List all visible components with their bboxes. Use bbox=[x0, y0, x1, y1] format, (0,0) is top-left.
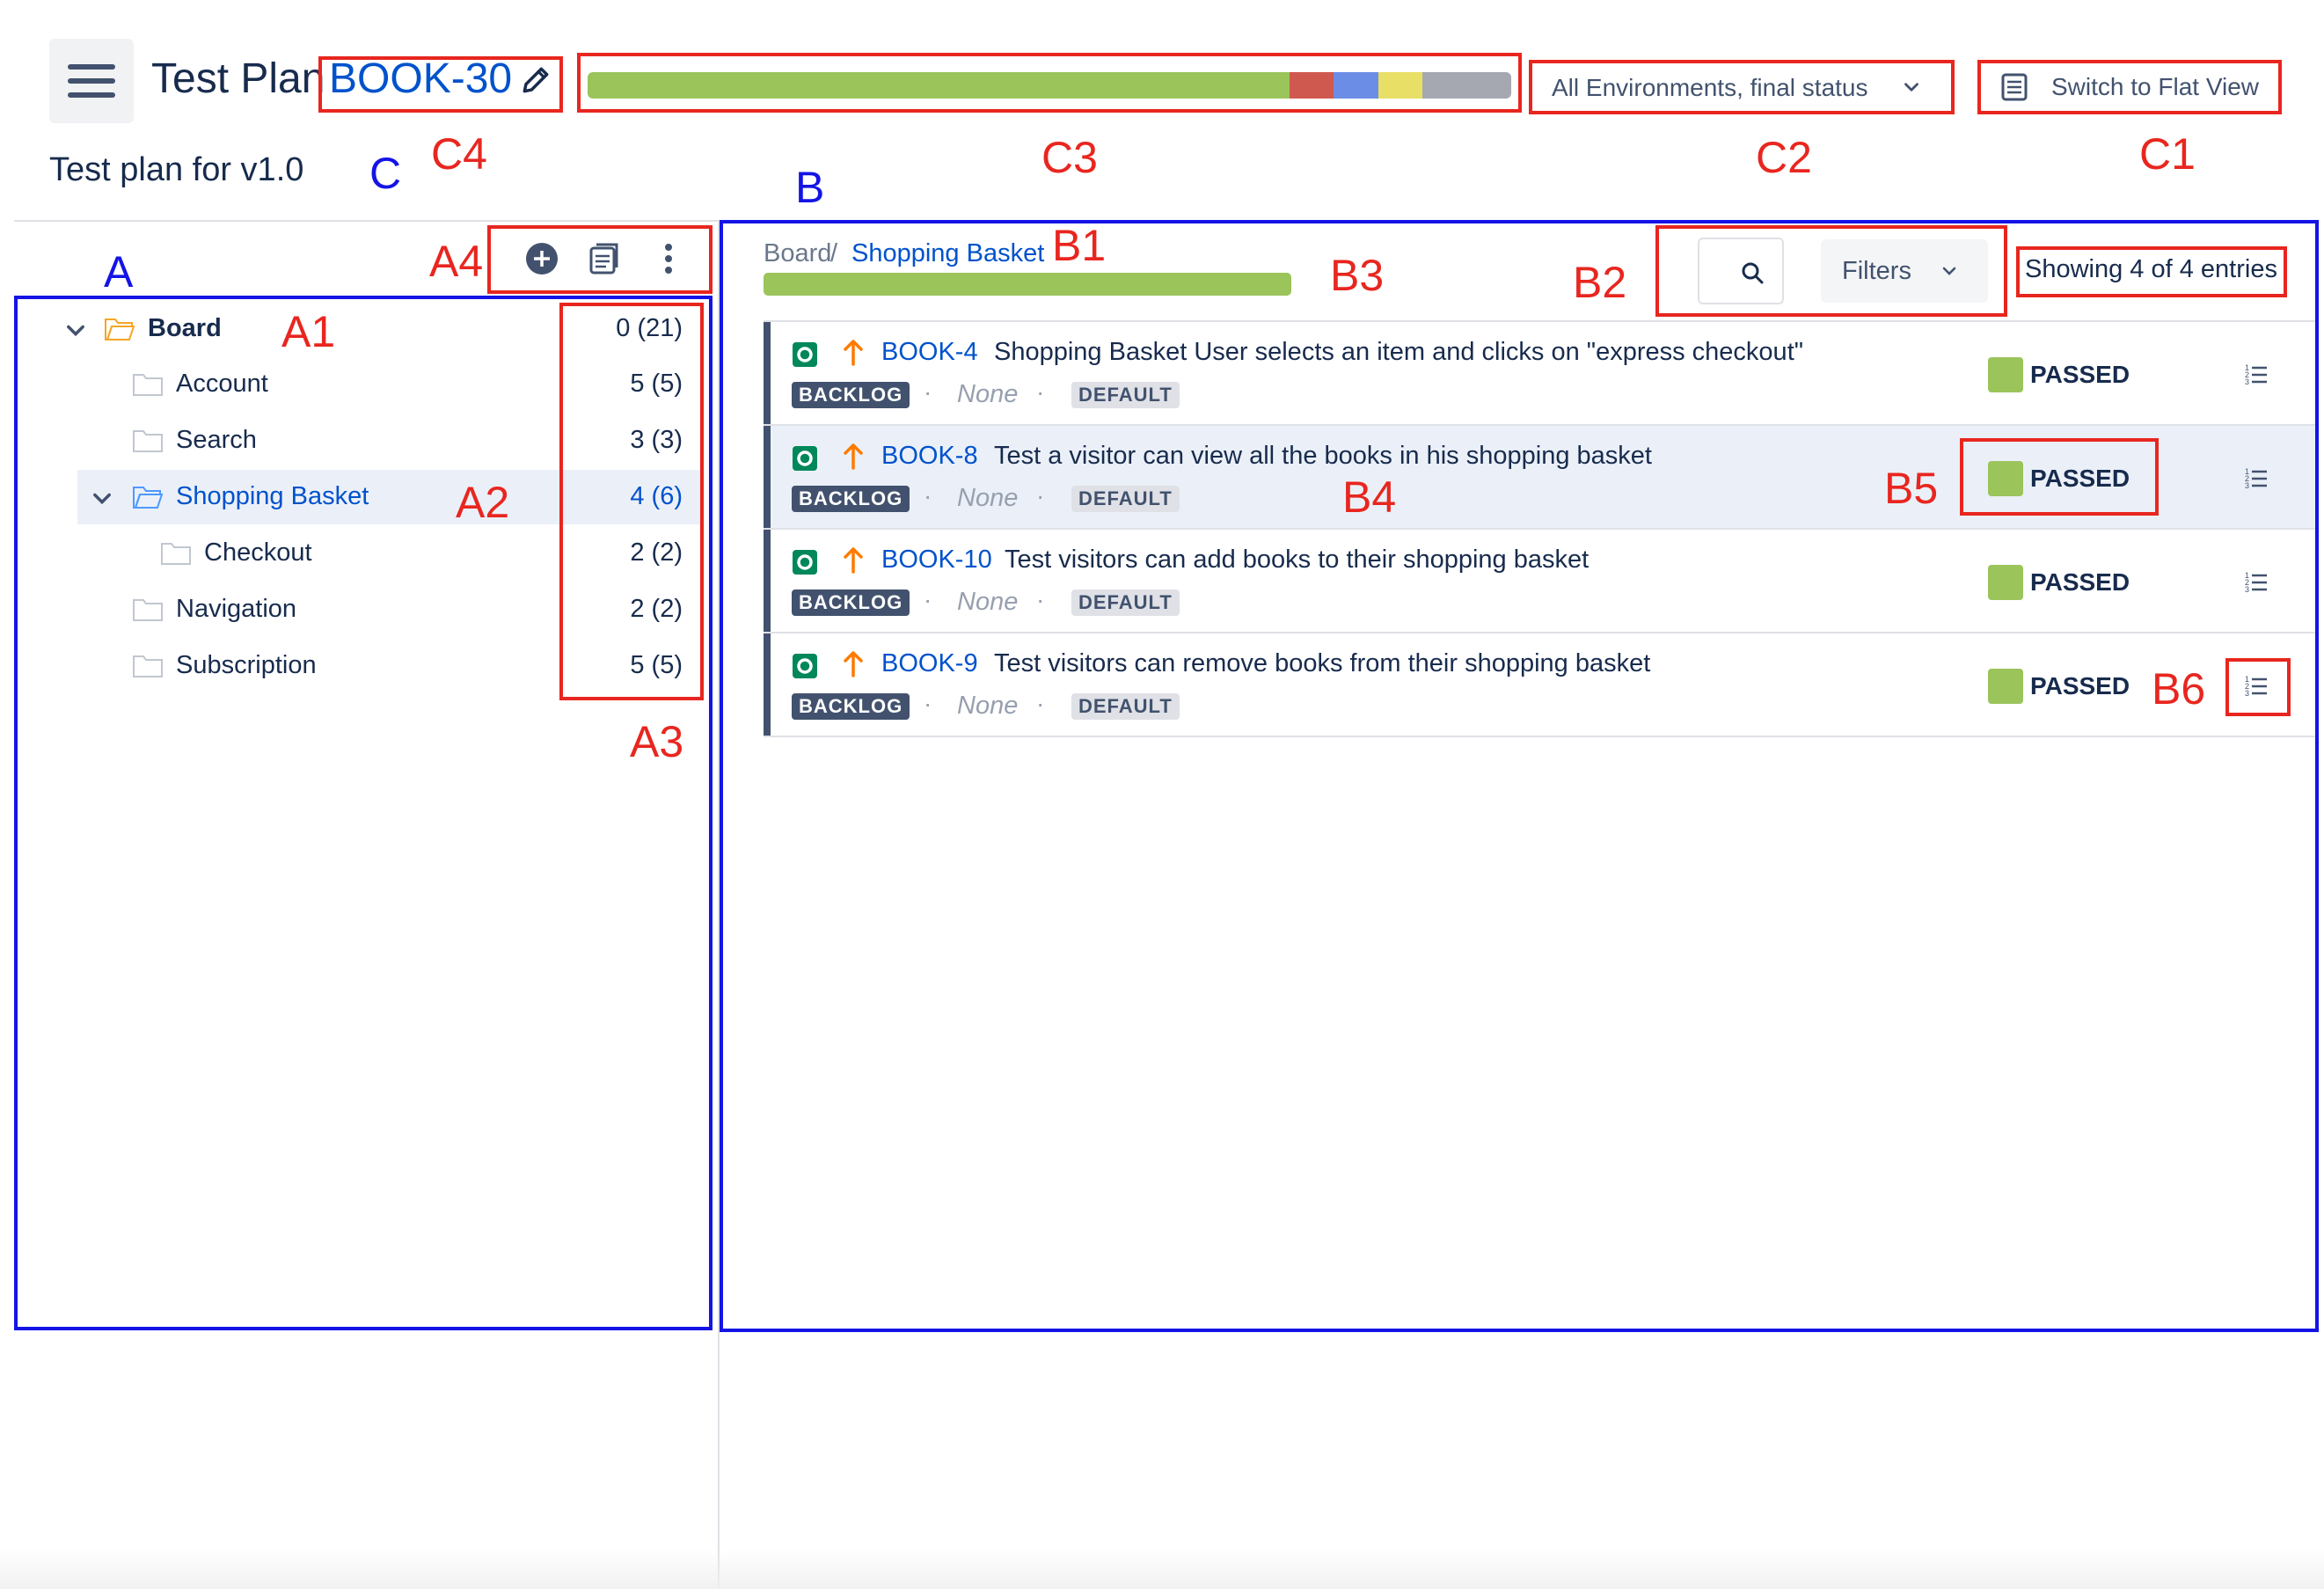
annotation-label-b6: B6 bbox=[2152, 664, 2206, 714]
annotation-box-a4 bbox=[487, 225, 713, 294]
menu-button[interactable] bbox=[49, 39, 134, 123]
annotation-box-a3 bbox=[559, 303, 704, 700]
header-divider bbox=[14, 220, 718, 222]
annotation-label-a4: A4 bbox=[429, 237, 484, 286]
annotation-label-a1: A1 bbox=[281, 307, 336, 356]
annotation-box-c4 bbox=[318, 56, 563, 113]
annotation-label-c: C bbox=[369, 149, 402, 198]
annotation-box-b2 bbox=[1655, 225, 2007, 317]
annotation-label-c1: C1 bbox=[2139, 129, 2196, 179]
annotation-label-c4: C4 bbox=[431, 129, 487, 179]
annotation-box-b bbox=[720, 220, 2319, 1332]
annotation-box-b6 bbox=[2225, 658, 2291, 716]
annotation-label-a: A bbox=[104, 247, 134, 297]
annotation-label-b2: B2 bbox=[1573, 258, 1627, 307]
annotation-label-b3: B3 bbox=[1330, 251, 1385, 300]
plan-description: Test plan for v1.0 bbox=[49, 151, 304, 188]
page-title-prefix: Test Plan bbox=[151, 55, 325, 102]
annotation-box-entries bbox=[2016, 246, 2287, 297]
annotation-box-c1 bbox=[1977, 60, 2282, 114]
annotation-box-c3 bbox=[577, 53, 1522, 113]
annotation-label-a3: A3 bbox=[630, 717, 684, 766]
annotation-label-b: B bbox=[795, 163, 825, 212]
annotation-label-b1: B1 bbox=[1052, 221, 1107, 270]
annotation-box-c2 bbox=[1529, 60, 1955, 114]
annotation-label-b5: B5 bbox=[1884, 464, 1939, 513]
annotation-label-a2: A2 bbox=[456, 478, 510, 527]
annotation-label-b4: B4 bbox=[1342, 472, 1397, 522]
annotation-label-c3: C3 bbox=[1041, 133, 1098, 182]
annotation-box-b5 bbox=[1960, 438, 2159, 516]
annotation-label-c2: C2 bbox=[1756, 133, 1812, 182]
hamburger-icon bbox=[68, 64, 115, 70]
